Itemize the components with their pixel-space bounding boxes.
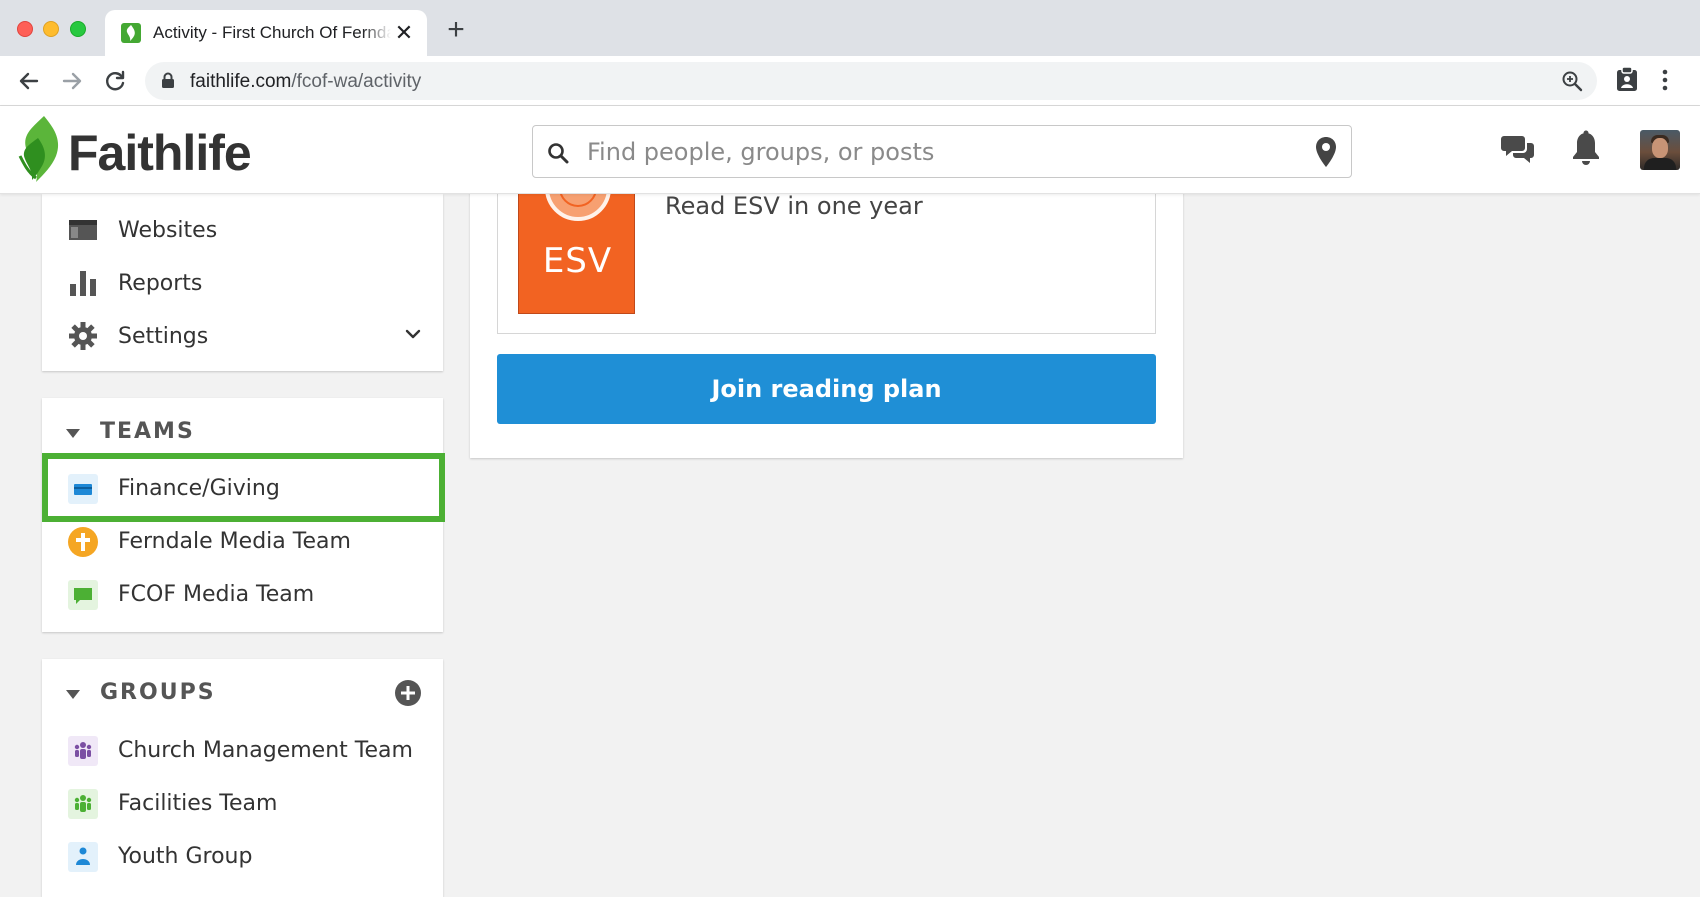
maximize-window-button[interactable] bbox=[70, 21, 86, 37]
bar-chart-icon bbox=[68, 268, 98, 298]
app-header: Faithlife bbox=[0, 106, 1700, 194]
sidebar-item-label: Youth Group bbox=[118, 844, 253, 869]
groups-section-header[interactable]: GROUPS bbox=[42, 679, 443, 709]
notifications-bell-icon[interactable] bbox=[1571, 130, 1601, 171]
groups-title: GROUPS bbox=[100, 680, 216, 705]
user-avatar[interactable] bbox=[1640, 130, 1680, 170]
browser-tab-active[interactable]: Activity - First Church Of Ferndale ✕ bbox=[105, 10, 427, 56]
faithlife-favicon-icon bbox=[121, 23, 141, 43]
sidebar-item-label: FCOF Media Team bbox=[118, 582, 315, 607]
sidebar-item-label: Reports bbox=[118, 271, 203, 296]
join-reading-plan-button[interactable]: Join reading plan bbox=[497, 354, 1156, 424]
sidebar-item-ferndale-media-team[interactable]: Ferndale Media Team bbox=[42, 517, 443, 563]
minimize-window-button[interactable] bbox=[43, 21, 59, 37]
person-icon bbox=[68, 842, 98, 872]
url-path: /fcof-wa/activity bbox=[291, 71, 422, 92]
websites-icon bbox=[68, 215, 98, 245]
tab-title: Activity - First Church Of Ferndale bbox=[153, 23, 391, 42]
credit-card-icon bbox=[68, 474, 98, 504]
browser-toolbar: faithlife.com/fcof-wa/activity bbox=[0, 56, 1700, 106]
zoom-icon[interactable] bbox=[1561, 70, 1583, 97]
close-window-button[interactable] bbox=[17, 21, 33, 37]
clipboard-extension-icon[interactable] bbox=[1616, 66, 1638, 97]
reading-plan-card: ESV Read ESV in one year Join reading pl… bbox=[470, 164, 1183, 458]
search-input[interactable] bbox=[587, 127, 1287, 176]
cover-label: ESV bbox=[542, 241, 613, 281]
plan-description: Read ESV in one year bbox=[665, 192, 923, 220]
chat-bubble-icon bbox=[68, 580, 98, 610]
sidebar-item-websites[interactable]: Websites bbox=[42, 206, 443, 252]
search-box[interactable] bbox=[532, 125, 1352, 178]
flame-logo-icon bbox=[18, 116, 62, 189]
sidebar-teams-card: TEAMS Finance/Giving Ferndale Media Team… bbox=[42, 398, 443, 632]
forward-arrow-icon[interactable] bbox=[59, 68, 85, 94]
search-icon bbox=[547, 142, 569, 169]
collapse-triangle-icon[interactable] bbox=[66, 690, 80, 699]
sidebar-nav-card: Websites Reports Settings bbox=[42, 194, 443, 371]
people-icon bbox=[68, 789, 98, 819]
sidebar-item-fcof-media-team[interactable]: FCOF Media Team bbox=[42, 570, 443, 616]
avatar-body bbox=[1644, 158, 1676, 170]
location-pin-icon[interactable] bbox=[1315, 136, 1337, 173]
messages-icon[interactable] bbox=[1501, 132, 1535, 171]
address-bar[interactable]: faithlife.com/fcof-wa/activity bbox=[145, 62, 1597, 100]
add-group-icon[interactable] bbox=[394, 679, 422, 712]
sidebar-item-label: Finance/Giving bbox=[118, 476, 280, 501]
sidebar-item-label: Websites bbox=[118, 218, 218, 243]
collapse-triangle-icon[interactable] bbox=[66, 429, 80, 438]
cross-icon bbox=[68, 527, 98, 557]
sidebar-item-church-management-team[interactable]: Church Management Team bbox=[42, 726, 443, 772]
url-text: faithlife.com/fcof-wa/activity bbox=[190, 71, 421, 93]
sidebar-groups-card: GROUPS Church Management Team Facilities… bbox=[42, 659, 443, 897]
reading-plan-details[interactable]: ESV Read ESV in one year bbox=[497, 164, 1156, 334]
reload-icon[interactable] bbox=[102, 68, 128, 94]
teams-section-header[interactable]: TEAMS bbox=[42, 418, 443, 448]
new-tab-button[interactable]: + bbox=[444, 15, 468, 45]
gear-icon bbox=[68, 321, 98, 351]
sidebar-item-finance-giving[interactable]: Finance/Giving bbox=[42, 464, 443, 510]
lock-icon[interactable] bbox=[161, 72, 175, 94]
browser-tab-bar: Activity - First Church Of Ferndale ✕ + bbox=[0, 0, 1700, 56]
chevron-down-icon[interactable] bbox=[405, 327, 421, 345]
logo-text: Faithlife bbox=[68, 125, 252, 181]
sidebar-item-settings[interactable]: Settings bbox=[42, 312, 443, 358]
sidebar-item-label: Settings bbox=[118, 324, 209, 349]
sidebar-item-label: Ferndale Media Team bbox=[118, 529, 351, 554]
sidebar-item-label: Facilities Team bbox=[118, 791, 278, 816]
sidebar-item-label: Church Management Team bbox=[118, 738, 413, 763]
sidebar-item-facilities-team[interactable]: Facilities Team bbox=[42, 779, 443, 825]
url-host: faithlife.com bbox=[190, 71, 292, 92]
more-vert-icon[interactable] bbox=[1662, 68, 1668, 97]
teams-title: TEAMS bbox=[100, 419, 195, 444]
sidebar-item-reports[interactable]: Reports bbox=[42, 259, 443, 305]
people-icon bbox=[68, 736, 98, 766]
back-arrow-icon[interactable] bbox=[16, 68, 42, 94]
avatar-face bbox=[1652, 138, 1668, 158]
tab-close-icon[interactable]: ✕ bbox=[393, 22, 415, 44]
sidebar-item-youth-group[interactable]: Youth Group bbox=[42, 832, 443, 878]
